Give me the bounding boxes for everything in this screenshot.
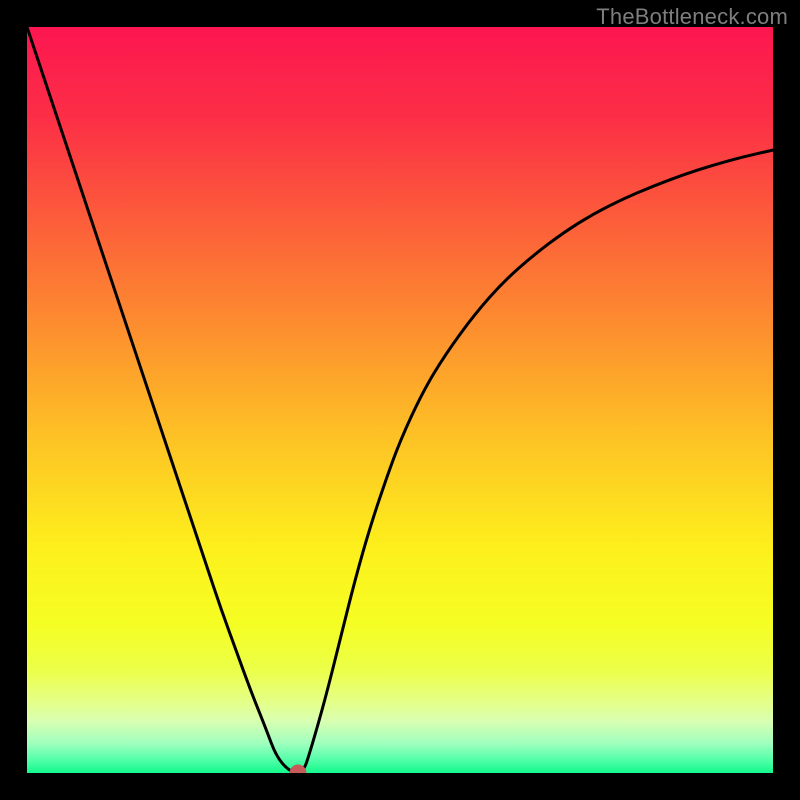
watermark-text: TheBottleneck.com [596, 4, 788, 30]
chart-frame: TheBottleneck.com [0, 0, 800, 800]
plot-area [27, 27, 773, 773]
bottleneck-curve [27, 27, 773, 773]
